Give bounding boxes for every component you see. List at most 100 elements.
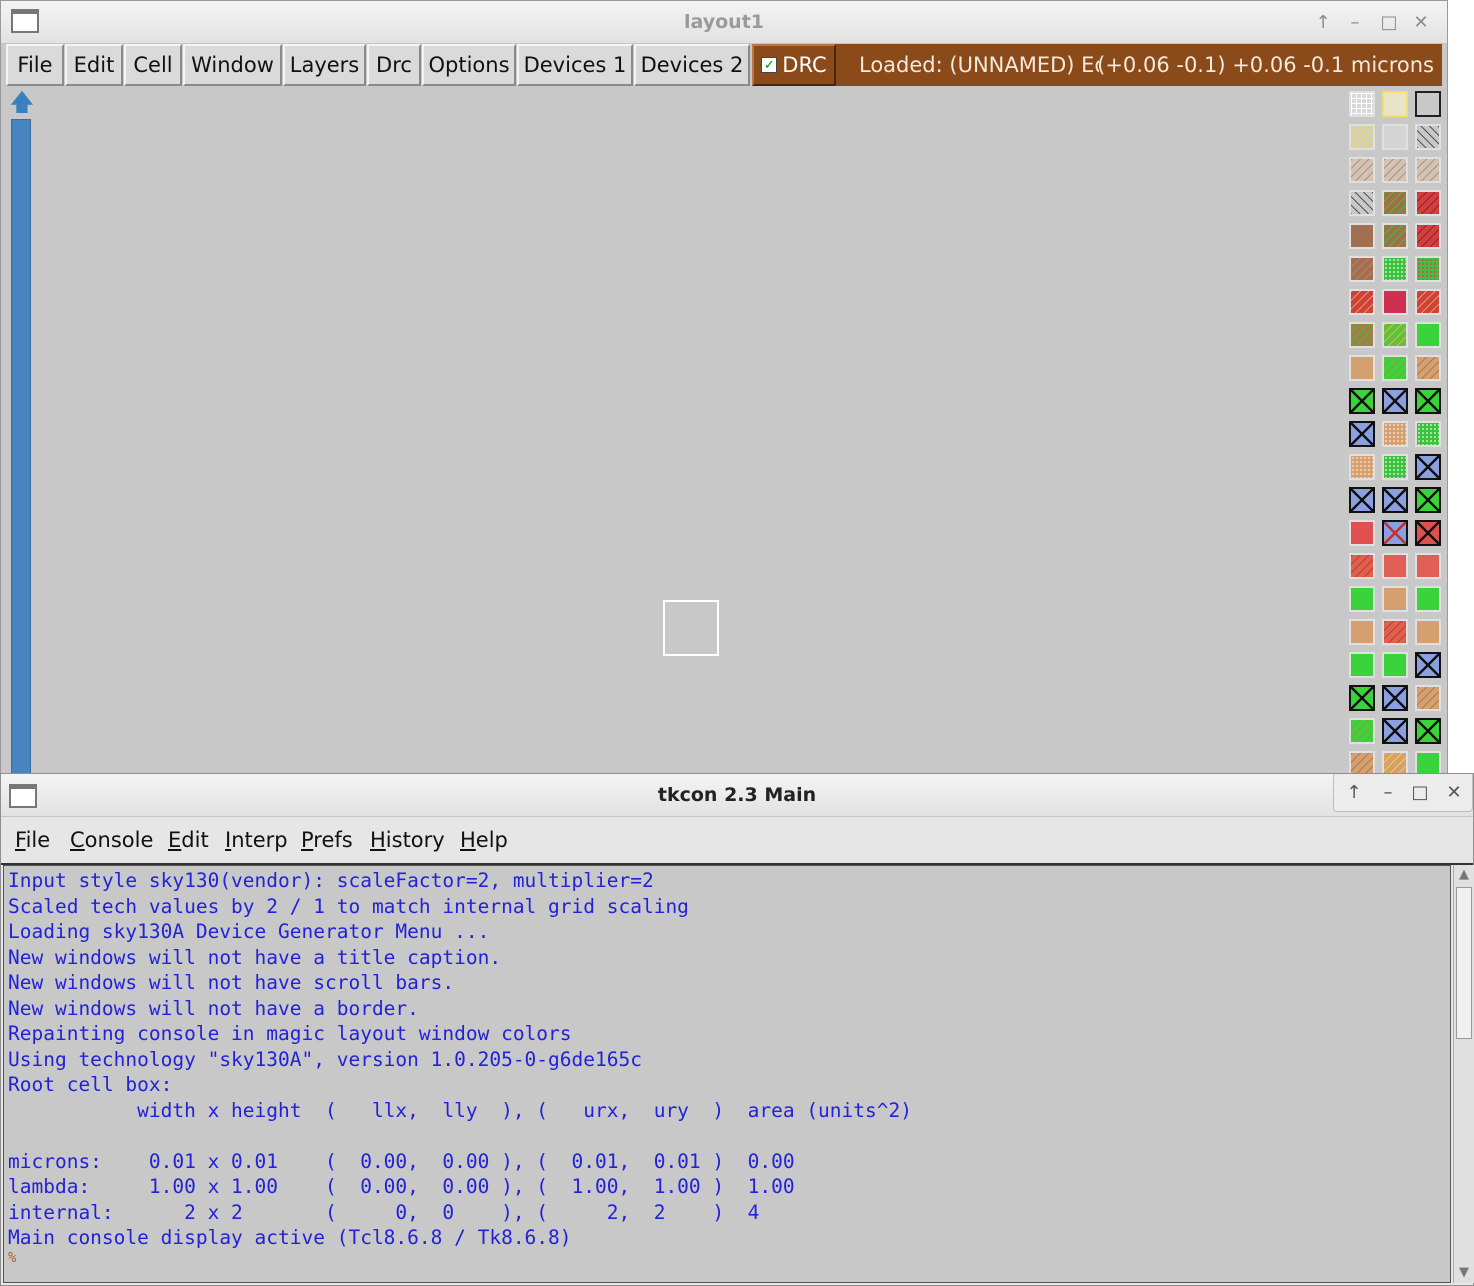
- layer-swatch-contact-green[interactable]: [1415, 487, 1441, 513]
- menu-devices-2[interactable]: Devices 2: [634, 44, 750, 86]
- layer-swatch-plain-grey[interactable]: [1382, 124, 1408, 150]
- layer-swatch-solid-salmon[interactable]: [1382, 553, 1408, 579]
- layer-swatch-contact-green[interactable]: [1415, 718, 1441, 744]
- layout-scrollbar[interactable]: 🡅: [9, 89, 35, 774]
- layer-swatch-hatch-tan-dense[interactable]: [1415, 685, 1441, 711]
- layer-swatch-solid-salmon[interactable]: [1415, 553, 1441, 579]
- close-icon[interactable]: ✕: [1440, 778, 1468, 806]
- layer-swatch-dots-green[interactable]: [1415, 421, 1441, 447]
- layer-swatch-outline[interactable]: [1415, 91, 1441, 117]
- layer-swatch-hatch-black[interactable]: [1415, 124, 1441, 150]
- layer-swatch-contact-blue[interactable]: [1349, 421, 1375, 447]
- layer-swatch-solid-tan[interactable]: [1349, 619, 1375, 645]
- tkcon-menu-history[interactable]: History: [370, 817, 445, 863]
- layer-swatch-solid-green[interactable]: [1415, 751, 1441, 774]
- menu-layers[interactable]: Layers: [283, 44, 366, 86]
- raise-icon[interactable]: ↑: [1340, 778, 1368, 806]
- menu-drc[interactable]: Drc: [367, 44, 421, 86]
- layer-swatch-hatch-tan-dense[interactable]: [1349, 751, 1375, 774]
- tkcon-menu-interp[interactable]: Interp: [225, 817, 288, 863]
- layer-swatch-hatch-tan-dense[interactable]: [1415, 355, 1441, 381]
- layer-swatch-contact-green[interactable]: [1349, 388, 1375, 414]
- layer-swatch-hatch-brown[interactable]: [1349, 256, 1375, 282]
- drc-checkbox-check-icon[interactable]: ✓: [761, 57, 778, 73]
- layer-swatch-hatch-lime[interactable]: [1382, 322, 1408, 348]
- layer-swatch-contact-red[interactable]: [1415, 520, 1441, 546]
- layout-titlebar[interactable]: layout1 ↑ – □ ✕: [1, 1, 1447, 44]
- layer-swatch-contact-blue[interactable]: [1415, 652, 1441, 678]
- layer-swatch-hatch-red-orange[interactable]: [1349, 289, 1375, 315]
- layer-swatch-contact-blue[interactable]: [1415, 454, 1441, 480]
- layer-swatch-contact-blue[interactable]: [1382, 487, 1408, 513]
- layer-swatch-solid-tan[interactable]: [1415, 619, 1441, 645]
- menu-devices-1[interactable]: Devices 1: [517, 44, 633, 86]
- layer-swatch-hatch-yellow-tan[interactable]: [1382, 751, 1408, 774]
- tkcon-scrollbar[interactable]: ▲ ▼: [1453, 865, 1474, 1283]
- layer-swatch-dots-green[interactable]: [1382, 256, 1408, 282]
- minimize-icon[interactable]: –: [1374, 778, 1402, 806]
- layer-swatch-solid-green[interactable]: [1415, 586, 1441, 612]
- layer-swatch-hatch-yellow[interactable]: [1349, 124, 1375, 150]
- maximize-icon[interactable]: □: [1375, 8, 1403, 36]
- layer-swatch-solid-tan[interactable]: [1382, 586, 1408, 612]
- layer-swatch-pale-yellow[interactable]: [1382, 91, 1408, 117]
- layer-swatch-dots-tan[interactable]: [1349, 454, 1375, 480]
- layout-canvas[interactable]: [39, 89, 1341, 774]
- drc-toggle[interactable]: ✓ DRC: [752, 44, 836, 86]
- layer-swatch-dots-green[interactable]: [1382, 454, 1408, 480]
- layer-swatch-solid-tan[interactable]: [1349, 355, 1375, 381]
- layer-swatch-contact-green[interactable]: [1349, 685, 1375, 711]
- layer-swatch-contact-blue-red[interactable]: [1382, 520, 1408, 546]
- scroll-up-arrow-icon[interactable]: ▲: [1454, 865, 1474, 885]
- layer-swatch-solid-magenta-red[interactable]: [1382, 289, 1408, 315]
- layer-swatch-contact-blue[interactable]: [1349, 487, 1375, 513]
- layer-swatch-contact-green[interactable]: [1415, 388, 1441, 414]
- tkcon-menu-prefs[interactable]: Prefs: [301, 817, 353, 863]
- layer-swatch-hatch-tan[interactable]: [1349, 157, 1375, 183]
- menu-options[interactable]: Options: [422, 44, 516, 86]
- layer-swatch-hatch-green-brown[interactable]: [1382, 190, 1408, 216]
- scroll-down-arrow-icon[interactable]: ▼: [1454, 1263, 1474, 1283]
- tkcon-menu-console[interactable]: Console: [70, 817, 153, 863]
- close-icon[interactable]: ✕: [1407, 8, 1435, 36]
- tkcon-titlebar[interactable]: tkcon 2.3 Main ↑ – □ ✕: [1, 774, 1473, 817]
- layer-swatch-solid-brown[interactable]: [1349, 223, 1375, 249]
- layer-swatch-solid-green[interactable]: [1415, 322, 1441, 348]
- scroll-up-arrow-icon[interactable]: 🡅: [9, 89, 35, 115]
- layer-swatch-contact-blue[interactable]: [1382, 388, 1408, 414]
- layer-swatch-hatch-salmon[interactable]: [1382, 619, 1408, 645]
- layer-swatch-contact-blue[interactable]: [1382, 718, 1408, 744]
- layer-swatch-hatch-olive[interactable]: [1349, 322, 1375, 348]
- menu-edit[interactable]: Edit: [65, 44, 123, 86]
- tkcon-console-output[interactable]: Input style sky130(vendor): scaleFactor=…: [3, 865, 1451, 1283]
- scrollbar-track[interactable]: [11, 119, 31, 774]
- layer-swatch-solid-green[interactable]: [1382, 652, 1408, 678]
- layer-swatch-dots-green-red[interactable]: [1415, 256, 1441, 282]
- layer-swatch-hatch-black-rev[interactable]: [1349, 190, 1375, 216]
- layer-swatch-dots-tan[interactable]: [1382, 421, 1408, 447]
- layer-swatch-solid-red[interactable]: [1349, 520, 1375, 546]
- layer-swatch-hatch-tan[interactable]: [1415, 157, 1441, 183]
- layer-swatch-hatch-red[interactable]: [1415, 223, 1441, 249]
- menu-file[interactable]: File: [6, 44, 64, 86]
- menu-cell[interactable]: Cell: [124, 44, 182, 86]
- console-prompt[interactable]: %: [8, 1250, 16, 1266]
- layer-swatch-solid-green[interactable]: [1349, 586, 1375, 612]
- layer-swatch-hatch-tan[interactable]: [1382, 157, 1408, 183]
- layer-swatch-hatch-green-brown[interactable]: [1382, 223, 1408, 249]
- raise-icon[interactable]: ↑: [1309, 8, 1337, 36]
- layer-swatch-hatch-red-orange[interactable]: [1415, 289, 1441, 315]
- layer-swatch-hatch-green[interactable]: [1382, 355, 1408, 381]
- layer-swatch-solid-green[interactable]: [1349, 652, 1375, 678]
- tkcon-menu-edit[interactable]: Edit: [168, 817, 209, 863]
- tkcon-menu-file[interactable]: File: [15, 817, 50, 863]
- tkcon-menu-help[interactable]: Help: [460, 817, 508, 863]
- layer-swatch-hatch-salmon[interactable]: [1349, 553, 1375, 579]
- layer-swatch-contact-blue[interactable]: [1382, 685, 1408, 711]
- box-cursor[interactable]: [663, 600, 719, 656]
- scrollbar-thumb[interactable]: [1456, 887, 1472, 1039]
- layer-swatch-grid[interactable]: [1349, 91, 1375, 117]
- maximize-icon[interactable]: □: [1406, 778, 1434, 806]
- layer-swatch-hatch-green[interactable]: [1349, 718, 1375, 744]
- menu-window[interactable]: Window: [183, 44, 282, 86]
